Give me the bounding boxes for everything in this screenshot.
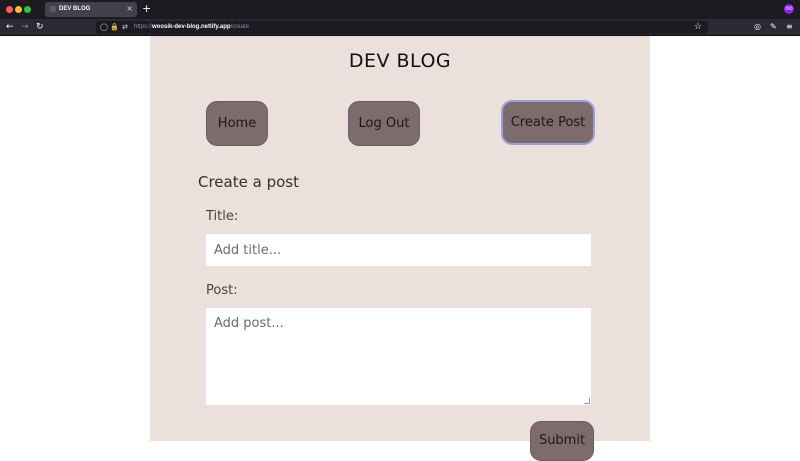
address-bar[interactable]: ◯ 🔒 ⇄ https://woosik-dev-blog.netlify.ap… <box>96 21 708 34</box>
url-host: woosik-dev-blog.netlify.app <box>152 24 231 30</box>
create-post-button[interactable]: Create Post <box>501 100 595 145</box>
title-input[interactable] <box>206 234 591 266</box>
content-panel: DEV BLOG Home Log Out Create Post Create… <box>150 36 650 461</box>
post-label: Post: <box>206 283 238 298</box>
home-button[interactable]: Home <box>206 101 268 146</box>
browser-tab-bar: DEV BLOG × + oo <box>0 0 800 19</box>
window-zoom-control[interactable] <box>24 6 31 13</box>
url-text[interactable]: https://woosik-dev-blog.netlify.app/crea… <box>134 22 249 33</box>
back-icon[interactable]: ← <box>6 21 14 33</box>
window-close-control[interactable] <box>6 6 13 13</box>
url-path: /create <box>230 24 249 30</box>
page-viewport: DEV BLOG Home Log Out Create Post Create… <box>0 36 800 461</box>
permissions-icon[interactable]: ⇄ <box>122 22 128 33</box>
reload-icon[interactable]: ↻ <box>36 21 44 33</box>
tab-close-icon[interactable]: × <box>126 3 133 14</box>
lock-icon[interactable]: 🔒 <box>110 22 119 33</box>
logout-button[interactable]: Log Out <box>348 101 420 146</box>
forward-icon[interactable]: → <box>21 21 29 33</box>
resize-grip-icon[interactable] <box>584 398 590 404</box>
extension-icon[interactable]: oo <box>784 4 794 14</box>
form-heading: Create a post <box>198 173 299 191</box>
window-minimize-control[interactable] <box>15 6 22 13</box>
favicon-icon <box>50 6 56 12</box>
tab-title: DEV BLOG <box>59 6 91 12</box>
browser-tab-active[interactable]: DEV BLOG × <box>45 2 137 17</box>
submit-button[interactable]: Submit <box>530 421 594 461</box>
browser-nav-bar: ← → ↻ ◯ 🔒 ⇄ https://woosik-dev-blog.netl… <box>0 19 800 36</box>
pocket-icon[interactable]: ◎ <box>754 21 761 33</box>
hamburger-menu-icon[interactable]: ≡ <box>786 21 793 33</box>
bookmark-star-icon[interactable]: ☆ <box>694 21 702 34</box>
site-title: DEV BLOG <box>348 50 452 72</box>
title-label: Title: <box>206 209 239 224</box>
devtools-icon[interactable]: ✎ <box>770 21 777 33</box>
tracking-shield-icon[interactable]: ◯ <box>100 22 108 33</box>
post-textarea[interactable] <box>206 308 591 405</box>
url-scheme: https:// <box>134 24 153 30</box>
new-tab-button[interactable]: + <box>142 2 151 16</box>
